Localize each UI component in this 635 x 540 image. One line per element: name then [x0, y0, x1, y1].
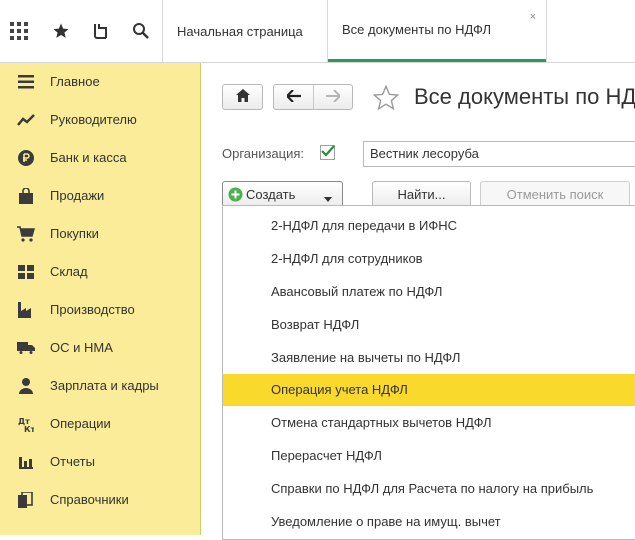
cancel-search-button[interactable]: Отменить поиск [480, 181, 630, 207]
sidebar-item-manager[interactable]: Руководителю [0, 101, 200, 139]
menu-item[interactable]: Справки по НДФЛ для Расчета по налогу на… [223, 473, 635, 505]
organization-label: Организация: [222, 146, 305, 161]
svg-text:Кт: Кт [24, 425, 34, 432]
menu-item[interactable]: Перерасчет НДФЛ [223, 440, 635, 472]
ruble-coin-icon [17, 150, 35, 166]
create-button[interactable]: Создать [222, 181, 343, 207]
nav-buttons [273, 84, 353, 110]
close-icon[interactable]: × [530, 11, 536, 23]
debit-credit-icon: Дт Кт [17, 416, 35, 432]
sidebar-item-warehouse[interactable]: Склад [0, 253, 200, 291]
arrow-right-icon [326, 88, 342, 105]
favorites-star-icon[interactable] [42, 0, 80, 62]
forward-button[interactable] [314, 85, 352, 109]
sidebar-item-sales[interactable]: Продажи [0, 177, 200, 215]
person-icon [17, 378, 35, 394]
favorite-star-icon[interactable] [372, 84, 400, 112]
menu-item-highlighted[interactable]: Операция учета НДФЛ [223, 374, 635, 406]
back-button[interactable] [274, 85, 315, 109]
menu-item[interactable]: Авансовый платеж по НДФЛ [223, 276, 635, 308]
sidebar-item-salary[interactable]: Зарплата и кадры [0, 367, 200, 405]
factory-icon [17, 302, 35, 318]
menu-item[interactable]: 2-НДФЛ для передачи в ИФНС [223, 210, 635, 242]
sidebar: Главное Руководителю Банк и касса Продаж… [0, 63, 201, 535]
bar-chart-icon [17, 454, 35, 470]
menu-item[interactable]: 2-НДФЛ для сотрудников [223, 243, 635, 275]
menu-item[interactable]: Уведомление о праве на имущ. вычет [223, 506, 635, 538]
menu-item[interactable]: Заявление на вычеты по НДФЛ [223, 342, 635, 374]
sidebar-item-label: Продажи [50, 188, 105, 203]
sidebar-item-bank[interactable]: Банк и касса [0, 139, 200, 177]
sidebar-item-label: Зарплата и кадры [50, 378, 159, 393]
tab-home-label: Начальная страница [177, 23, 303, 39]
sidebar-item-label: Банк и касса [50, 150, 127, 165]
top-bar: Начальная страница Все документы по НДФЛ… [0, 0, 635, 63]
sidebar-item-reports[interactable]: Отчеты [0, 443, 200, 481]
organization-field[interactable]: Вестник лесоруба [363, 141, 635, 167]
apps-grid-icon[interactable] [0, 0, 38, 62]
arrow-left-icon [285, 88, 301, 105]
sidebar-item-fixed-assets[interactable]: ОС и НМА [0, 329, 200, 367]
sidebar-item-directories[interactable]: Справочники [0, 481, 200, 519]
sidebar-item-label: Склад [50, 264, 88, 279]
sidebar-item-main[interactable]: Главное [0, 63, 200, 101]
shopping-bag-icon [17, 188, 35, 204]
checkmark-icon [321, 145, 335, 157]
page-title: Все документы по НДФЛ [414, 84, 635, 109]
add-circle-icon [228, 187, 243, 202]
dropdown-arrow-icon [324, 191, 332, 206]
sidebar-item-label: Справочники [50, 492, 129, 507]
menu-item[interactable]: Отмена стандартных вычетов НДФЛ [223, 407, 635, 439]
create-dropdown-menu: 2-НДФЛ для передачи в ИФНС 2-НДФЛ для со… [222, 205, 635, 540]
search-icon[interactable] [122, 0, 160, 62]
tab-home[interactable]: Начальная страница [163, 0, 327, 62]
home-button[interactable] [222, 84, 263, 110]
create-button-label: Создать [246, 186, 296, 202]
tab-all-ndfl-documents-label: Все документы по НДФЛ [342, 22, 492, 37]
sidebar-item-label: Покупки [50, 226, 99, 241]
sidebar-item-production[interactable]: Производство [0, 291, 200, 329]
sidebar-item-label: Операции [50, 416, 111, 431]
sidebar-item-label: Главное [50, 74, 100, 89]
tab-all-ndfl-documents[interactable]: Все документы по НДФЛ × [328, 0, 546, 62]
cancel-search-label: Отменить поиск [506, 186, 604, 202]
sidebar-item-operations[interactable]: Дт Кт Операции [0, 405, 200, 443]
cart-icon [17, 226, 35, 242]
home-icon [235, 89, 250, 105]
sidebar-item-label: ОС и НМА [50, 340, 113, 355]
sidebar-item-label: Руководителю [50, 112, 137, 127]
warehouse-grid-icon [17, 264, 35, 280]
sidebar-item-purchases[interactable]: Покупки [0, 215, 200, 253]
trend-chart-icon [17, 112, 35, 128]
books-icon [17, 492, 35, 508]
organization-checkbox[interactable] [320, 145, 335, 160]
menu-lines-icon [17, 74, 35, 90]
find-button-label: Найти... [397, 186, 446, 202]
sidebar-item-label: Производство [50, 302, 135, 317]
menu-item[interactable]: Возврат НДФЛ [223, 309, 635, 341]
truck-icon [17, 340, 35, 356]
sidebar-item-label: Отчеты [50, 454, 95, 469]
find-button[interactable]: Найти... [372, 181, 471, 207]
history-icon[interactable] [82, 0, 120, 62]
